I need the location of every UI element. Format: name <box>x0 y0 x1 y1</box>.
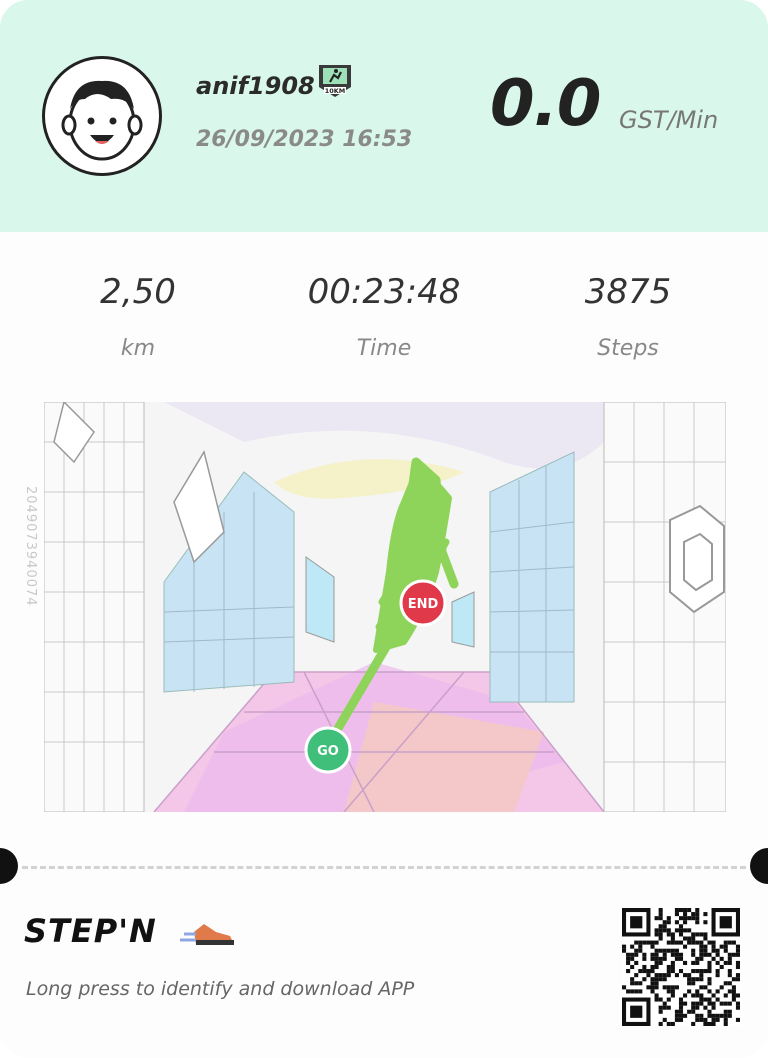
start-label: GO <box>317 744 339 759</box>
earning-rate-value: 0.0 <box>490 67 601 141</box>
start-marker[interactable]: GO <box>304 726 352 774</box>
level-badge-icon: 10KM <box>319 65 351 97</box>
stat-time: 00:23:48 Time <box>284 272 484 361</box>
route-map-illustration: END GO <box>44 402 726 812</box>
steps-label: Steps <box>597 336 659 361</box>
sneaker-icon <box>180 924 234 945</box>
activity-datetime: 26/09/2023 16:53 <box>196 127 413 152</box>
activity-stats: 2,50 km 00:23:48 Time 3875 Steps <box>0 272 768 382</box>
ticket-notch-left <box>0 848 18 884</box>
earning-rate-unit: GST/Min <box>619 106 719 134</box>
profile-header: anif1908 10KM 26/09/2023 16:53 0.0 GST/M… <box>0 0 768 232</box>
qr-code[interactable] <box>622 908 740 1026</box>
time-value: 00:23:48 <box>307 272 461 312</box>
route-map[interactable]: END GO <box>44 402 726 812</box>
ticket-notch-right <box>750 848 768 884</box>
username: anif1908 <box>196 72 315 100</box>
badge-label: 10KM <box>325 87 346 95</box>
time-label: Time <box>356 336 412 361</box>
stepn-logo[interactable]: STEP'N <box>24 904 244 956</box>
avatar-face-icon <box>61 80 143 161</box>
share-card: anif1908 10KM 26/09/2023 16:53 0.0 GST/M… <box>0 0 768 1058</box>
end-marker[interactable]: END <box>399 579 447 627</box>
stat-distance: 2,50 km <box>38 272 238 361</box>
dashed-divider <box>22 866 746 869</box>
stat-steps: 3875 Steps <box>528 272 728 361</box>
distance-label: km <box>120 336 156 361</box>
download-hint: Long press to identify and download APP <box>26 978 415 1000</box>
distance-value: 2,50 <box>100 272 176 312</box>
steps-value: 3875 <box>584 272 672 312</box>
serial-number: 2049073940074 <box>23 486 38 607</box>
end-label: END <box>408 597 439 612</box>
avatar[interactable] <box>42 56 162 176</box>
brand-name: STEP'N <box>24 912 157 950</box>
